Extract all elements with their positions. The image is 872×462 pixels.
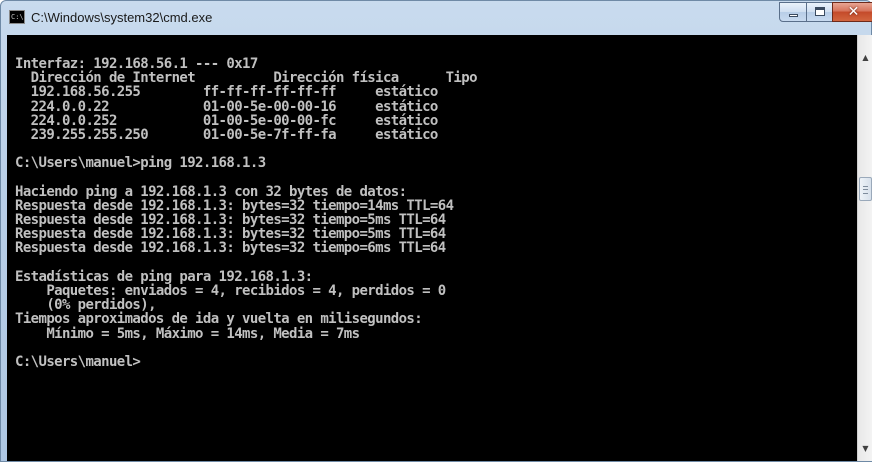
cmd-window: C:\ C:\Windows\system32\cmd.exe ✕ Interf…	[0, 0, 872, 462]
console-line: (0% perdidos),	[15, 297, 156, 314]
minimize-icon	[789, 14, 798, 17]
console-line: Interfaz: 192.168.56.1 --- 0x17	[15, 56, 258, 72]
console-line: 239.255.255.250 01-00-5e-7f-ff-fa estáti…	[15, 126, 439, 143]
console-line: Haciendo ping a 192.168.1.3 con 32 bytes…	[15, 183, 407, 200]
console-line: 224.0.0.22 01-00-5e-00-00-16 estático	[15, 98, 439, 115]
console-line: Respuesta desde 192.168.1.3: bytes=32 ti…	[15, 197, 454, 214]
console-line: Respuesta desde 192.168.1.3: bytes=32 ti…	[15, 240, 446, 257]
close-button[interactable]: ✕	[832, 2, 872, 22]
console-line: Dirección de Internet Dirección física T…	[15, 70, 478, 87]
scroll-down-arrow-icon[interactable]: ▼	[858, 440, 872, 457]
console-line: C:\Users\manuel>ping 192.168.1.3	[15, 155, 266, 172]
close-icon: ✕	[847, 4, 860, 20]
console-line: 224.0.0.252 01-00-5e-00-00-fc estático	[15, 112, 439, 129]
minimize-button[interactable]	[779, 2, 807, 22]
maximize-icon	[815, 7, 825, 16]
scroll-up-arrow-icon[interactable]: ▲	[858, 49, 872, 66]
grip-icon	[863, 186, 868, 194]
console-line: 192.168.56.255 ff-ff-ff-ff-ff-ff estátic…	[15, 84, 439, 101]
vertical-scrollbar[interactable]: ▲ ▼	[857, 35, 872, 461]
console-line: Paquetes: enviados = 4, recibidos = 4, p…	[15, 283, 446, 299]
console-line: Mínimo = 5ms, Máximo = 14ms, Media = 7ms	[15, 325, 360, 342]
title-bar[interactable]: C:\ C:\Windows\system32\cmd.exe ✕	[1, 1, 872, 35]
cmd-icon[interactable]: C:\	[9, 10, 25, 24]
console-output[interactable]: Interfaz: 192.168.56.1 --- 0x17 Direcció…	[7, 35, 857, 461]
console-line: C:\Users\manuel>	[15, 353, 141, 370]
console-line: Respuesta desde 192.168.1.3: bytes=32 ti…	[15, 226, 446, 243]
scroll-thumb[interactable]	[859, 177, 872, 201]
console-line: Tiempos aproximados de ida y vuelta en m…	[15, 311, 423, 328]
console-line: Estadísticas de ping para 192.168.1.3:	[15, 268, 313, 285]
console-text: Interfaz: 192.168.56.1 --- 0x17 Direcció…	[15, 56, 478, 370]
maximize-button[interactable]	[806, 2, 833, 22]
window-title: C:\Windows\system32\cmd.exe	[31, 10, 213, 25]
console-line: Respuesta desde 192.168.1.3: bytes=32 ti…	[15, 212, 446, 229]
